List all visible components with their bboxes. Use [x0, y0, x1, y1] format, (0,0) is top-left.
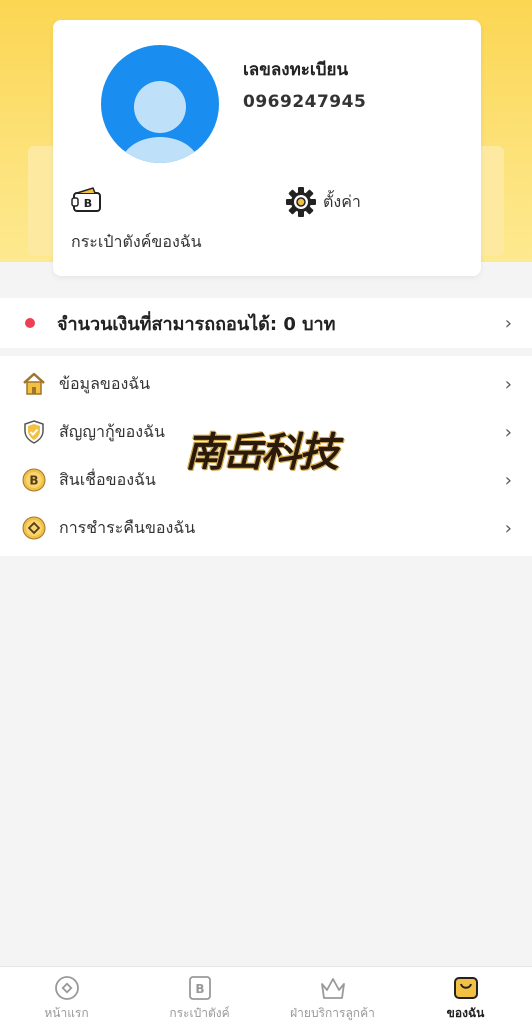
gear-icon — [286, 187, 316, 217]
profile-card: เลขลงทะเบียน 0969247945 B กระเป๋าตังค์ขอ… — [53, 20, 481, 276]
avatar-head — [134, 81, 186, 133]
avatar-body — [120, 137, 200, 163]
crown-icon — [320, 978, 345, 999]
menu-item-label: สินเชื่อของฉัน — [59, 469, 156, 489]
tab-label: กระเป๋าตังค์ — [169, 1006, 230, 1020]
wallet-icon[interactable]: B — [71, 185, 103, 215]
withdrawable-balance-row[interactable]: จำนวนเงินที่สามารถถอนได้: 0 บาท › — [0, 298, 532, 348]
my-wallet-link[interactable]: กระเป๋าตังค์ของฉัน — [71, 230, 202, 255]
tab-label: ฝ่ายบริการลูกค้า — [290, 1006, 375, 1020]
withdrawable-balance-text: จำนวนเงินที่สามารถถอนได้: 0 บาท — [57, 313, 336, 335]
bottom-tab-bar: หน้าแรก B กระเป๋าตังค์ ฝ่ายบริการลูกค้า … — [0, 966, 532, 1024]
chevron-right-icon: › — [504, 517, 512, 539]
chevron-right-icon: › — [504, 373, 512, 395]
avatar[interactable] — [101, 45, 219, 163]
tab-home[interactable]: หน้าแรก — [0, 967, 133, 1024]
tab-mine[interactable]: ของฉัน — [399, 967, 532, 1024]
menu-item-my-repayments[interactable]: การชำระคืนของฉัน › — [0, 504, 532, 552]
settings-button[interactable]: ตั้งค่า — [285, 185, 361, 219]
watermark-logo: 南岳科技 — [168, 416, 354, 482]
svg-text:B: B — [29, 474, 38, 488]
profile-card-icon — [453, 977, 478, 999]
menu-item-label: สัญญากู้ของฉัน — [59, 421, 165, 441]
tab-customer-service[interactable]: ฝ่ายบริการลูกค้า — [266, 967, 399, 1024]
tab-label: ของฉัน — [446, 1006, 485, 1020]
svg-text:B: B — [84, 197, 92, 210]
chevron-right-icon: › — [504, 312, 512, 334]
registration-label: เลขลงทะเบียน — [243, 60, 349, 80]
coin-b-icon: B — [21, 467, 47, 493]
watermark-text: 南岳科技 — [185, 429, 339, 476]
wallet-b-icon: B — [188, 976, 211, 1000]
menu-item-label: ข้อมูลของฉัน — [59, 373, 151, 393]
shield-check-icon — [21, 419, 47, 445]
status-dot — [25, 318, 35, 328]
home-icon — [21, 371, 47, 397]
phone-number: 0969247945 — [243, 92, 367, 112]
tab-label: หน้าแรก — [44, 1006, 89, 1020]
chevron-right-icon: › — [504, 421, 512, 443]
svg-text:B: B — [195, 982, 204, 996]
settings-label: ตั้งค่า — [323, 191, 361, 211]
chevron-right-icon: › — [504, 469, 512, 491]
tab-wallet[interactable]: B กระเป๋าตังค์ — [133, 967, 266, 1024]
home-circle-icon — [54, 976, 79, 1000]
menu-item-label: การชำระคืนของฉัน — [59, 517, 196, 537]
coin-diamond-icon — [21, 515, 47, 541]
menu-item-my-info[interactable]: ข้อมูลของฉัน › — [0, 360, 532, 408]
